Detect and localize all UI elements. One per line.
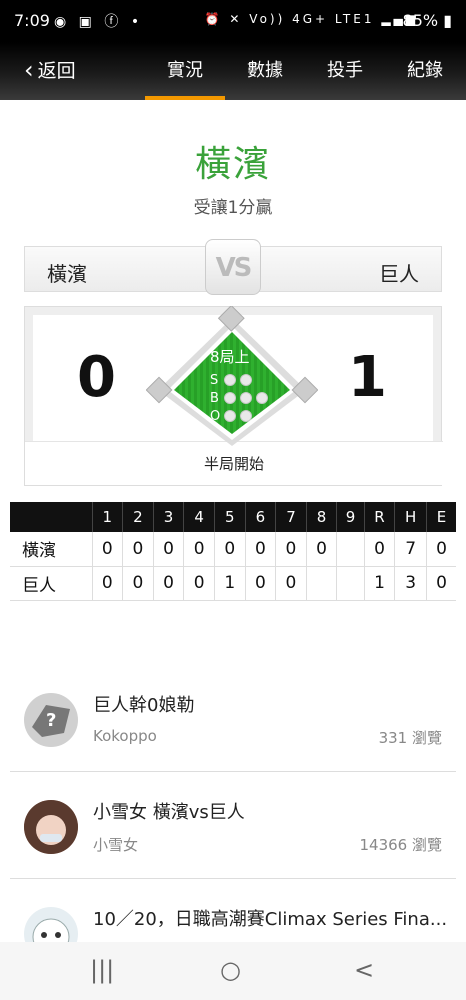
system-icons: ⏰ ✕ Vo)) 4G+ LTE1 ▂▄▆	[205, 12, 418, 26]
network-text: Vo)) 4G+ LTE1	[249, 12, 375, 26]
back-button[interactable]: ‹ 返回	[24, 56, 76, 83]
unknown-avatar-icon: ?	[24, 693, 78, 747]
ball-count: B	[210, 389, 280, 407]
recents-button[interactable]: |||	[90, 956, 114, 984]
dot-icon: •	[130, 14, 144, 30]
out-count: O	[210, 407, 280, 425]
notification-icons: ◉ ▣ ⓕ •	[54, 11, 143, 31]
strike-count: S	[210, 371, 280, 389]
status-time: 7:09	[14, 11, 50, 30]
away-score: 0	[77, 345, 116, 410]
tab-records[interactable]: 紀錄	[407, 56, 443, 82]
count-panel: 8局上 S B O	[190, 346, 280, 425]
vs-badge: VS	[205, 239, 261, 295]
chevron-left-icon: ‹	[24, 55, 34, 84]
facebook-icon: ⓕ	[104, 14, 123, 30]
post-author: 小雪女	[93, 836, 139, 854]
table-row: 巨人 0 0 0 0 1 0 0 1 3 0	[10, 566, 456, 601]
table-row: 橫濱 0 0 0 0 0 0 0 0 0 7 0	[10, 532, 456, 567]
back-label: 返回	[37, 60, 76, 82]
inning-label: 8局上	[210, 348, 250, 366]
list-item[interactable]: 小雪女 橫濱vs巨人 小雪女 14366 瀏覽	[10, 772, 456, 879]
battery-level: 85% ▮	[402, 11, 452, 30]
tab-pitcher[interactable]: 投手	[327, 56, 363, 82]
system-nav-bar: ||| ○ <	[0, 942, 466, 1000]
boxscore-table: 1 2 3 4 5 6 7 8 9 R H E 橫濱 0 0 0 0 0 0 0…	[10, 502, 456, 601]
post-title: 10／20，日職高潮賽Climax Series Fina...	[93, 909, 448, 930]
home-button[interactable]: ○	[220, 956, 241, 984]
boxscore-header: 1 2 3 4 5 6 7 8 9 R H E	[10, 502, 456, 532]
user-photo-avatar	[24, 800, 78, 854]
post-title: 小雪女 橫濱vs巨人	[93, 802, 245, 823]
list-item[interactable]: ? 巨人幹0娘勒 Kokoppo 331 瀏覽	[10, 665, 456, 772]
home-team-name: 巨人	[379, 262, 419, 286]
game-title: 橫濱	[194, 144, 271, 185]
away-team-name: 橫濱	[47, 262, 87, 286]
post-views: 14366 瀏覽	[359, 836, 443, 854]
post-author: Kokoppo	[93, 727, 157, 745]
post-title: 巨人幹0娘勒	[93, 695, 195, 716]
svg-text:?: ?	[46, 710, 56, 731]
app-header: ‹ 返回 實況 數據 投手 紀錄	[0, 42, 466, 100]
home-score: 1	[348, 345, 387, 410]
mute-icon: ✕	[229, 12, 243, 26]
line-icon: ◉	[54, 14, 71, 30]
tab-live[interactable]: 實況	[145, 56, 225, 100]
image-icon: ▣	[78, 14, 96, 30]
alarm-icon: ⏰	[204, 12, 223, 26]
game-subtitle: 受讓1分贏	[193, 198, 273, 218]
status-bar: 7:09 ◉ ▣ ⓕ • ⏰ ✕ Vo)) 4G+ LTE1 ▂▄▆ 85% ▮	[0, 0, 466, 42]
post-views: 331 瀏覽	[378, 729, 442, 747]
nav-back-button[interactable]: <	[354, 956, 374, 984]
tab-stats[interactable]: 數據	[247, 56, 283, 82]
